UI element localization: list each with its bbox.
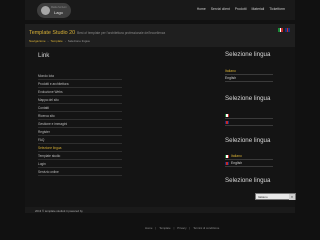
link-item[interactable]: Gestione e immagini xyxy=(38,120,122,128)
breadcrumb: Navigazione › Template › Selezione lingu… xyxy=(29,38,90,43)
link-item[interactable]: Template studio xyxy=(38,152,122,160)
logo-subtitle: Mattia Sorbetti xyxy=(51,6,67,9)
breadcrumb-separator: › xyxy=(47,38,49,43)
footer-link-terms[interactable]: Termini di condizione xyxy=(193,226,219,230)
breadcrumb-item[interactable]: Navigazione xyxy=(29,39,46,43)
link-item[interactable]: FAQ xyxy=(38,136,122,144)
top-navigation: Home Servizi client Prodotti Materiali T… xyxy=(197,7,285,11)
copyright-text: 2013 © template.studio2.it powered by xyxy=(35,209,83,213)
site-logo[interactable]: Mattia Sorbetti Lago xyxy=(37,3,71,18)
link-item[interactable]: Servizio online xyxy=(38,168,122,176)
link-item[interactable]: Ricerca sito xyxy=(38,112,122,120)
divider xyxy=(225,81,273,82)
language-heading-3: Selezione lingua xyxy=(225,137,271,144)
link-item[interactable]: Evoluzione Webs xyxy=(38,88,122,96)
logo-mark-icon xyxy=(41,6,50,15)
footer-link-home[interactable]: Home xyxy=(145,226,152,230)
nav-servizi-client[interactable]: Servizi client xyxy=(211,7,230,11)
language-heading-4: Selezione lingua xyxy=(225,177,271,184)
divider xyxy=(225,166,273,167)
link-item[interactable]: Register xyxy=(38,128,122,136)
italian-flag-icon xyxy=(225,113,229,117)
link-item[interactable]: Prodotti e architettura xyxy=(38,80,122,88)
page: Mattia Sorbetti Lago Home Servizi client… xyxy=(25,0,296,240)
link-item-active[interactable]: Selezione lingua xyxy=(38,144,122,152)
breadcrumb-current: Selezione lingua xyxy=(67,38,90,43)
links-heading: Link xyxy=(38,52,50,59)
link-item[interactable]: Login xyxy=(38,160,122,168)
footer-separator: | xyxy=(173,226,175,230)
nav-home[interactable]: Home xyxy=(197,7,206,11)
title-bar: Template Studio 20 Best of template per … xyxy=(25,24,295,47)
italian-flag-icon[interactable] xyxy=(278,28,284,32)
nav-prodotti[interactable]: Prodotti xyxy=(235,7,247,11)
language-flags xyxy=(278,28,291,32)
link-item[interactable]: Mappa del sito xyxy=(38,96,122,104)
language-heading-2: Selezione lingua xyxy=(225,95,271,102)
breadcrumb-separator: › xyxy=(64,38,66,43)
site-header: Mattia Sorbetti Lago Home Servizi client… xyxy=(25,0,295,20)
footer-separator: | xyxy=(189,226,191,230)
chevron-down-icon: ▾ xyxy=(289,194,295,200)
english-flag-icon[interactable] xyxy=(285,28,291,32)
link-item[interactable]: Mondo Iota xyxy=(38,72,122,80)
english-flag-icon xyxy=(225,161,229,165)
page-tagline: Best of template per l'architettura prof… xyxy=(77,31,166,35)
page-title: Template Studio 20 xyxy=(29,30,76,36)
italian-flag-icon xyxy=(225,154,229,158)
logo-name: Lago xyxy=(54,10,63,15)
language-select[interactable]: Italiano ▾ xyxy=(255,193,296,200)
nav-ticketform[interactable]: Ticketform xyxy=(269,7,285,11)
language-list-1: Italiano English xyxy=(225,68,273,82)
language-heading-1: Selezione lingua xyxy=(225,51,271,58)
english-flag-icon xyxy=(225,120,229,124)
links-list: Mondo Iota Prodotti e architettura Evolu… xyxy=(38,72,122,176)
link-item[interactable]: Contatti xyxy=(38,104,122,112)
language-option-label: Italiano xyxy=(231,154,242,158)
language-select-value: Italiano xyxy=(258,195,268,199)
divider xyxy=(225,125,273,126)
footer-link-template[interactable]: Template xyxy=(159,226,170,230)
language-list-2 xyxy=(225,112,273,126)
footer-separator: | xyxy=(155,226,157,230)
footer-links: Home | Template | Privacy | Termini di c… xyxy=(145,226,219,230)
page-title-group: Template Studio 20 Best of template per … xyxy=(29,30,165,36)
language-option-label: English xyxy=(231,161,243,165)
nav-materiali[interactable]: Materiali xyxy=(251,7,264,11)
footer-link-privacy[interactable]: Privacy xyxy=(177,226,186,230)
language-list-3: Italiano English xyxy=(225,153,273,167)
breadcrumb-item[interactable]: Template xyxy=(51,39,63,43)
